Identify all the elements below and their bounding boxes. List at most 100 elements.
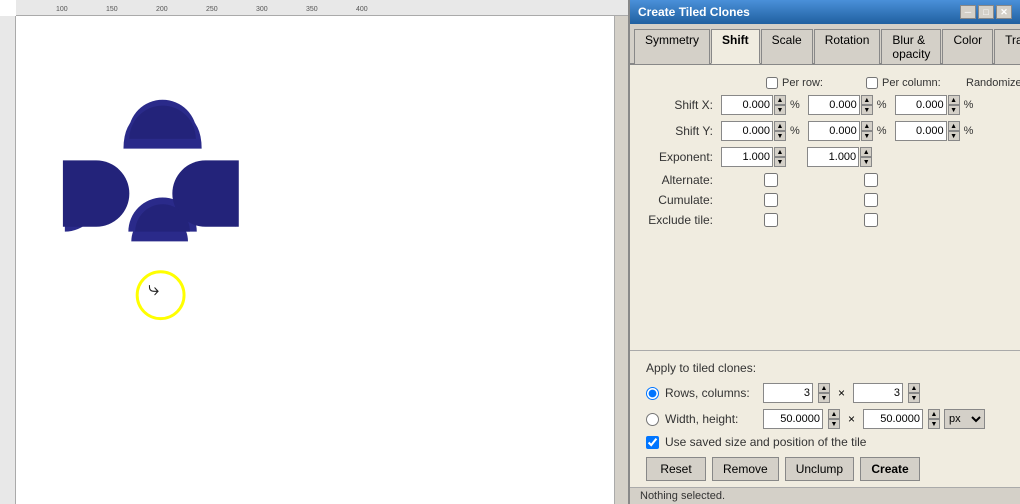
shift-x-rand-up[interactable]: ▲ bbox=[948, 95, 960, 105]
alternate-per-row-checkbox[interactable] bbox=[764, 173, 778, 187]
tab-trace[interactable]: Trace bbox=[994, 29, 1020, 64]
exponent-per-col-down[interactable]: ▼ bbox=[860, 157, 872, 167]
shift-y-rand-group: ▲ ▼ bbox=[895, 121, 960, 141]
shift-x-per-row-input[interactable] bbox=[721, 95, 773, 115]
exponent-per-row-input[interactable] bbox=[721, 147, 773, 167]
width-up[interactable]: ▲ bbox=[828, 409, 840, 419]
width-down[interactable]: ▼ bbox=[828, 419, 840, 429]
shift-y-per-col-input[interactable] bbox=[808, 121, 860, 141]
rows-cols-label: Rows, columns: bbox=[665, 386, 755, 400]
shift-y-rand-input[interactable] bbox=[895, 121, 947, 141]
ruler-mark: 250 bbox=[206, 6, 218, 13]
exponent-per-row-up[interactable]: ▲ bbox=[774, 147, 786, 157]
cols-down[interactable]: ▼ bbox=[908, 393, 920, 403]
width-input[interactable] bbox=[763, 409, 823, 429]
use-saved-row: Use saved size and position of the tile bbox=[646, 435, 1004, 449]
shift-y-per-col-unit: % bbox=[877, 125, 887, 137]
unit-select[interactable]: px mm cm in bbox=[944, 409, 985, 429]
per-col-header: Per column: bbox=[866, 77, 966, 89]
shift-x-per-col-up[interactable]: ▲ bbox=[861, 95, 873, 105]
width-height-label: Width, height: bbox=[665, 412, 755, 426]
exclude-tile-label: Exclude tile: bbox=[646, 213, 721, 227]
cumulate-row: Cumulate: bbox=[646, 193, 1004, 207]
use-saved-checkbox[interactable] bbox=[646, 436, 659, 449]
cols-up[interactable]: ▲ bbox=[908, 383, 920, 393]
shift-y-rand-up[interactable]: ▲ bbox=[948, 121, 960, 131]
rows-cols-radio[interactable] bbox=[646, 387, 659, 400]
ruler-mark: 400 bbox=[356, 6, 368, 13]
status-text: Nothing selected. bbox=[640, 490, 725, 502]
exclude-tile-per-col-checkbox[interactable] bbox=[864, 213, 878, 227]
ruler-left bbox=[0, 16, 16, 504]
cumulate-per-col-checkbox[interactable] bbox=[864, 193, 878, 207]
alternate-per-row-cell bbox=[721, 173, 821, 187]
unclump-button[interactable]: Unclump bbox=[785, 457, 854, 481]
shift-x-per-row-down[interactable]: ▼ bbox=[774, 105, 786, 115]
shift-x-rand-unit: % bbox=[964, 99, 974, 111]
scrollbar-vertical[interactable] bbox=[614, 16, 628, 504]
tab-symmetry[interactable]: Symmetry bbox=[634, 29, 710, 64]
tab-blur-opacity[interactable]: Blur & opacity bbox=[881, 29, 941, 64]
exclude-tile-per-row-cell bbox=[721, 213, 821, 227]
shift-x-per-row-up[interactable]: ▲ bbox=[774, 95, 786, 105]
shift-x-per-col-group: ▲ ▼ bbox=[808, 95, 873, 115]
exponent-per-col-up[interactable]: ▲ bbox=[860, 147, 872, 157]
alternate-per-col-checkbox[interactable] bbox=[864, 173, 878, 187]
shift-y-per-row-up[interactable]: ▲ bbox=[774, 121, 786, 131]
remove-button[interactable]: Remove bbox=[712, 457, 779, 481]
rows-cols-inputs: ▲ ▼ × ▲ ▼ bbox=[763, 383, 920, 403]
canvas-shapes: ⤷ bbox=[16, 16, 614, 504]
ruler-top: 100 150 200 250 300 350 400 bbox=[16, 0, 628, 16]
create-button[interactable]: Create bbox=[860, 457, 920, 481]
per-col-checkbox[interactable] bbox=[866, 77, 878, 89]
exponent-per-row-down[interactable]: ▼ bbox=[774, 157, 786, 167]
tab-scale[interactable]: Scale bbox=[761, 29, 813, 64]
cols-input[interactable] bbox=[853, 383, 903, 403]
shift-x-row: Shift X: ▲ ▼ % ▲ ▼ % ▲ bbox=[646, 95, 1004, 115]
ruler-mark: 350 bbox=[306, 6, 318, 13]
close-button[interactable]: ✕ bbox=[996, 5, 1012, 19]
shift-x-per-col-input[interactable] bbox=[808, 95, 860, 115]
reset-button[interactable]: Reset bbox=[646, 457, 706, 481]
restore-button[interactable]: □ bbox=[978, 5, 994, 19]
exponent-per-col-input[interactable] bbox=[807, 147, 859, 167]
shift-y-per-col-up[interactable]: ▲ bbox=[861, 121, 873, 131]
shift-y-per-row-down[interactable]: ▼ bbox=[774, 131, 786, 141]
exclude-tile-per-row-checkbox[interactable] bbox=[764, 213, 778, 227]
height-up[interactable]: ▲ bbox=[928, 409, 940, 419]
cumulate-per-col-cell bbox=[821, 193, 921, 207]
shift-y-per-row-unit: % bbox=[790, 125, 800, 137]
randomize-header: Randomize: bbox=[966, 77, 1020, 89]
cumulate-per-row-cell bbox=[721, 193, 821, 207]
rows-down[interactable]: ▼ bbox=[818, 393, 830, 403]
alternate-label: Alternate: bbox=[646, 173, 721, 187]
rows-input[interactable] bbox=[763, 383, 813, 403]
width-height-inputs: ▲ ▼ × ▲ ▼ px mm cm in bbox=[763, 409, 985, 429]
per-row-checkbox[interactable] bbox=[766, 77, 778, 89]
exponent-per-row-group: ▲ ▼ bbox=[721, 147, 786, 167]
shift-y-rand-down[interactable]: ▼ bbox=[948, 131, 960, 141]
cumulate-per-row-checkbox[interactable] bbox=[764, 193, 778, 207]
shift-x-rand-input[interactable] bbox=[895, 95, 947, 115]
tab-color[interactable]: Color bbox=[942, 29, 993, 64]
tabs-row: Symmetry Shift Scale Rotation Blur & opa… bbox=[630, 24, 1020, 65]
tab-shift[interactable]: Shift bbox=[711, 29, 760, 64]
alternate-per-col-cell bbox=[821, 173, 921, 187]
dialog-title: Create Tiled Clones bbox=[638, 5, 750, 19]
shift-y-per-col-down[interactable]: ▼ bbox=[861, 131, 873, 141]
shift-x-per-col-down[interactable]: ▼ bbox=[861, 105, 873, 115]
tab-rotation[interactable]: Rotation bbox=[814, 29, 881, 64]
shift-x-rand-down[interactable]: ▼ bbox=[948, 105, 960, 115]
per-row-header: Per row: bbox=[766, 77, 866, 89]
exponent-label: Exponent: bbox=[646, 150, 721, 164]
width-height-radio[interactable] bbox=[646, 413, 659, 426]
shift-y-per-col-group: ▲ ▼ bbox=[808, 121, 873, 141]
height-down[interactable]: ▼ bbox=[928, 419, 940, 429]
rows-up[interactable]: ▲ bbox=[818, 383, 830, 393]
alternate-row: Alternate: bbox=[646, 173, 1004, 187]
shift-y-label: Shift Y: bbox=[646, 124, 721, 138]
shift-x-label: Shift X: bbox=[646, 98, 721, 112]
minimize-button[interactable]: ─ bbox=[960, 5, 976, 19]
height-input[interactable] bbox=[863, 409, 923, 429]
shift-y-per-row-input[interactable] bbox=[721, 121, 773, 141]
